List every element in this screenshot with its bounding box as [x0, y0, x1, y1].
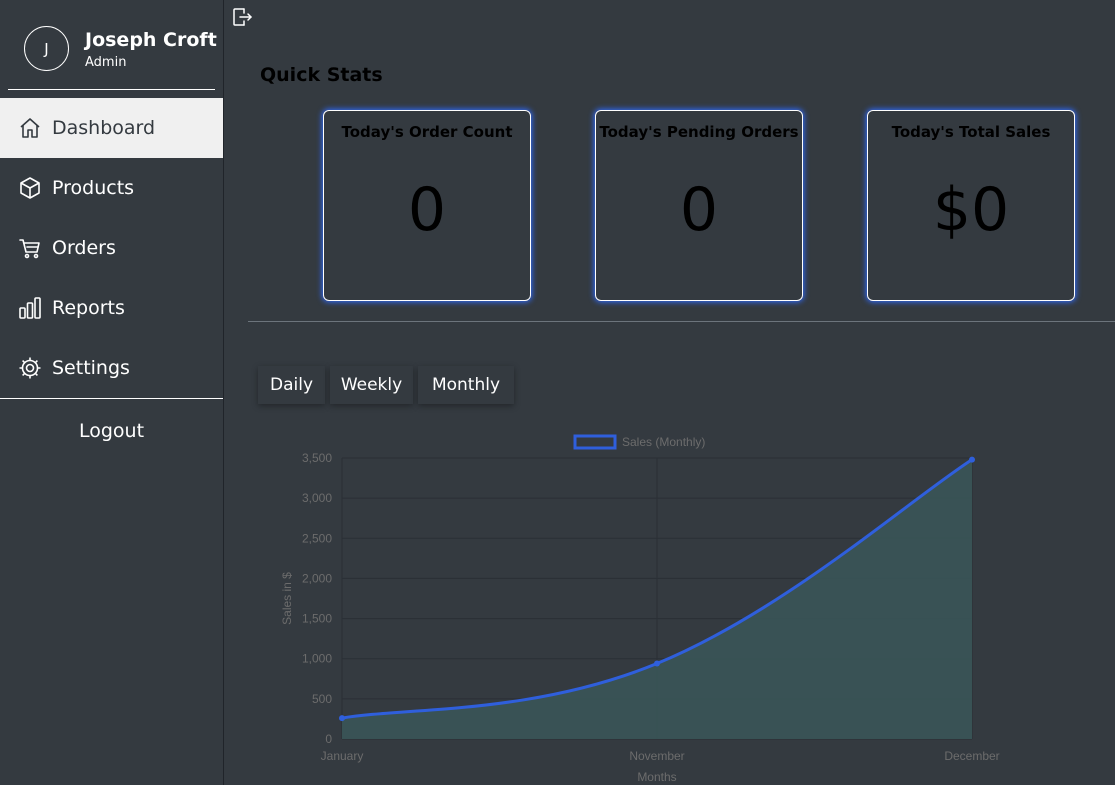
gear-icon [18, 356, 42, 380]
home-icon [18, 116, 42, 140]
sidebar-item-reports[interactable]: Reports [0, 278, 223, 338]
nav-divider [0, 398, 223, 399]
sidebar-item-settings[interactable]: Settings [0, 338, 223, 398]
stat-value: $0 [932, 175, 1010, 245]
daily-button[interactable]: Daily [258, 366, 325, 404]
x-tick-label: December [944, 749, 999, 763]
y-tick-label: 2,000 [302, 571, 332, 585]
user-role: Admin [85, 55, 127, 70]
legend-label: Sales (Monthly) [622, 435, 705, 449]
stat-card-order-count: Today's Order Count 0 [323, 110, 531, 301]
y-tick-label: 3,000 [302, 491, 332, 505]
sidebar-item-orders[interactable]: Orders [0, 218, 223, 278]
y-tick-label: 1,500 [302, 612, 332, 626]
logout-link[interactable]: Logout [0, 420, 223, 442]
x-tick-label: November [629, 749, 684, 763]
sales-chart-svg: 0 500 1,000 1,500 2,000 2,500 3,000 3,500 Januar… [280, 434, 1000, 784]
y-tick-label: 1,000 [302, 652, 332, 666]
weekly-button[interactable]: Weekly [330, 366, 413, 404]
user-profile: J Joseph Croft Admin [8, 0, 217, 90]
data-point [654, 660, 660, 667]
sidebar-item-label: Products [52, 177, 135, 199]
avatar-initial: J [44, 39, 49, 58]
stat-label: Today's Total Sales [891, 123, 1051, 141]
stat-value: 0 [407, 175, 447, 245]
user-name: Joseph Croft [85, 29, 217, 51]
bar-chart-icon [18, 296, 42, 320]
stat-label: Today's Pending Orders [599, 123, 799, 141]
sidebar-item-dashboard[interactable]: Dashboard [0, 98, 223, 158]
stat-value: 0 [679, 175, 719, 245]
stat-card-pending-orders: Today's Pending Orders 0 [595, 110, 803, 301]
avatar: J [24, 26, 69, 71]
box-icon [18, 176, 42, 200]
stat-card-total-sales: Today's Total Sales $0 [867, 110, 1075, 301]
cart-icon [18, 236, 42, 260]
y-tick-label: 500 [312, 692, 332, 706]
y-tick-label: 2,500 [302, 531, 332, 545]
exit-icon[interactable] [231, 6, 253, 28]
quick-stats-title: Quick Stats [260, 64, 383, 86]
y-tick-label: 3,500 [302, 451, 332, 465]
sidebar: J Joseph Croft Admin Dashboard Products … [0, 0, 224, 785]
sidebar-item-label: Dashboard [52, 117, 156, 139]
y-tick-label: 0 [325, 732, 332, 746]
data-point [339, 715, 345, 722]
monthly-button[interactable]: Monthly [418, 366, 514, 404]
legend-swatch [573, 434, 617, 450]
sidebar-item-products[interactable]: Products [0, 158, 223, 218]
data-point [969, 456, 975, 463]
main-divider [248, 321, 1115, 322]
y-axis-title: Sales in $ [280, 572, 294, 625]
x-axis-title: Months [637, 770, 676, 784]
sales-chart: 0 500 1,000 1,500 2,000 2,500 3,000 3,500 Januar… [272, 428, 1032, 785]
stat-label: Today's Order Count [341, 123, 513, 141]
sidebar-item-label: Orders [52, 237, 116, 259]
sidebar-item-label: Settings [52, 357, 130, 379]
sidebar-item-label: Reports [52, 297, 125, 319]
x-tick-label: January [321, 749, 364, 763]
